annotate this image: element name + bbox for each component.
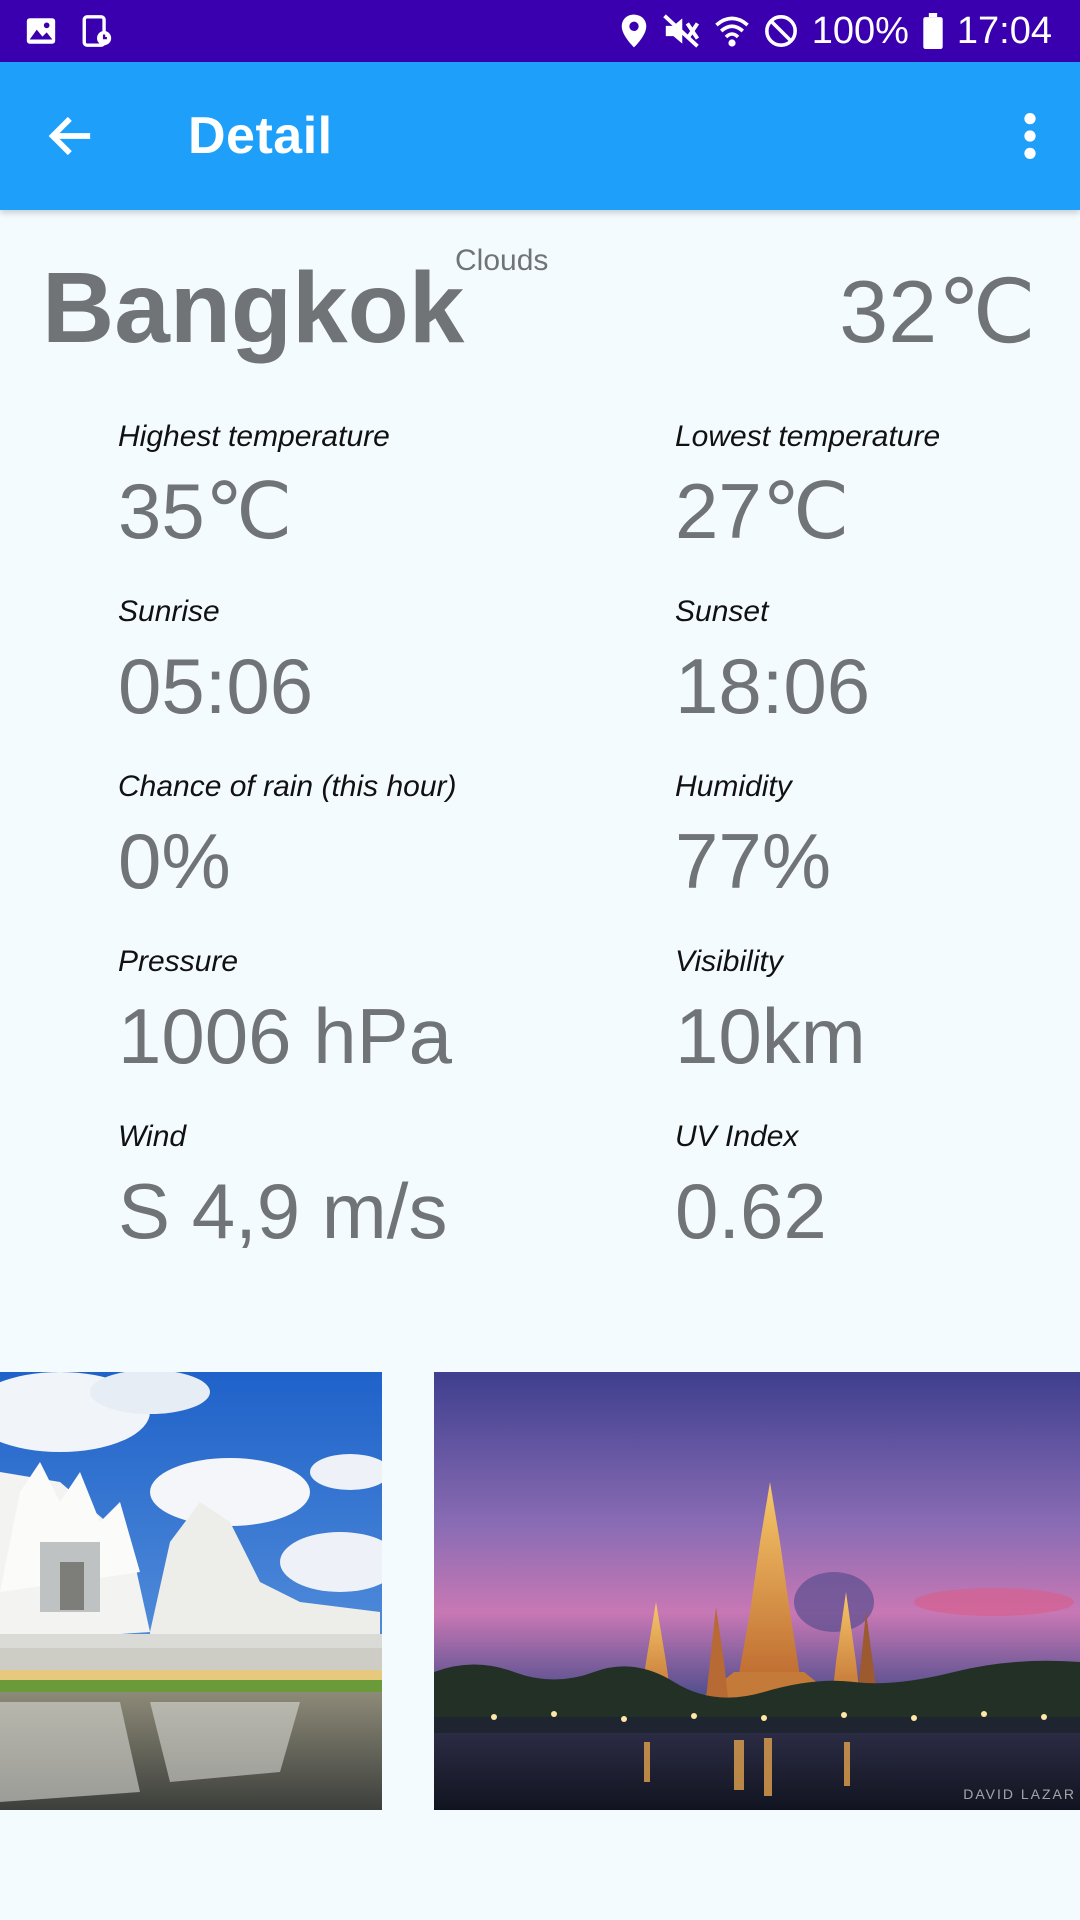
stat-value: 05:06 <box>118 642 314 730</box>
stat-label: Chance of rain (this hour) <box>118 770 457 803</box>
stat-label: Humidity <box>675 770 792 803</box>
status-bar: 100% 17:04 <box>0 0 1080 62</box>
stat-value: 77% <box>675 817 832 905</box>
gallery-notification-icon <box>24 14 58 48</box>
stat-value: 18:06 <box>675 642 871 730</box>
stat-value: 10km <box>675 992 866 1080</box>
stat-uv-index: UV Index 0.62 <box>675 1120 827 1250</box>
stat-lowest-temperature: Lowest temperature 27℃ <box>675 420 940 550</box>
stat-label: UV Index <box>675 1120 799 1153</box>
clock: 17:04 <box>956 9 1052 52</box>
stat-value: 35℃ <box>118 467 293 555</box>
stat-pressure: Pressure 1006 hPa <box>118 945 452 1075</box>
stat-sunrise: Sunrise 05:06 <box>118 595 313 725</box>
weather-condition: Clouds <box>455 244 549 277</box>
location-icon <box>620 13 648 49</box>
page-title: Detail <box>188 107 333 165</box>
app-bar: Detail <box>0 62 1080 210</box>
stat-label: Wind <box>118 1120 187 1153</box>
stat-highest-temperature: Highest temperature 35℃ <box>118 420 390 550</box>
wifi-icon <box>714 14 750 48</box>
stat-value: 27℃ <box>675 467 850 555</box>
city-photo-white-temple[interactable] <box>0 1372 382 1810</box>
current-temperature: 32℃ <box>839 262 1036 361</box>
stat-value: 1006 hPa <box>118 992 452 1080</box>
stat-label: Highest temperature <box>118 420 390 453</box>
stat-value: 0.62 <box>675 1167 827 1255</box>
stat-value: 0% <box>118 817 231 905</box>
stat-humidity: Humidity 77% <box>675 770 831 900</box>
stat-sunset: Sunset 18:06 <box>675 595 870 725</box>
stat-label: Sunset <box>675 595 769 628</box>
stat-chance-of-rain: Chance of rain (this hour) 0% <box>118 770 457 900</box>
stat-wind: Wind S 4,9 m/s <box>118 1120 447 1250</box>
stat-visibility: Visibility 10km <box>675 945 866 1075</box>
stat-value: S 4,9 m/s <box>118 1167 448 1255</box>
more-options-button[interactable] <box>1010 110 1050 162</box>
stat-label: Pressure <box>118 945 239 978</box>
stat-label: Lowest temperature <box>675 420 941 453</box>
more-vert-icon <box>1024 113 1036 159</box>
stat-label: Sunrise <box>118 595 220 628</box>
photo-watermark: DAVID LAZAR <box>963 1786 1076 1802</box>
screen-time-notification-icon <box>80 14 114 48</box>
city-photo-wat-arun[interactable]: DAVID LAZAR <box>434 1372 1080 1810</box>
back-arrow-icon <box>48 116 91 156</box>
do-not-disturb-icon <box>764 14 798 48</box>
city-name: Bangkok <box>42 252 465 364</box>
vibrate-mute-icon <box>662 13 700 49</box>
stat-label: Visibility <box>675 945 783 978</box>
battery-icon <box>923 13 943 49</box>
battery-percent: 100% <box>811 9 909 52</box>
back-button[interactable] <box>44 110 96 162</box>
